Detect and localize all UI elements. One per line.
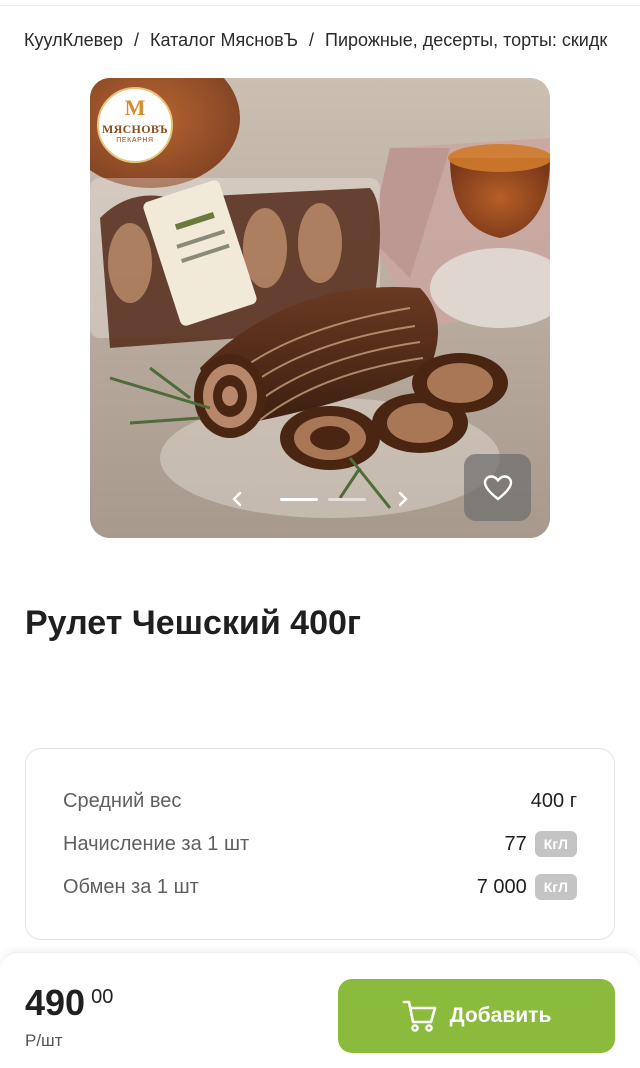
info-value: 7 000 КгЛ (477, 874, 577, 900)
weight-value: 400 г (530, 789, 577, 812)
logo-text: МЯСНОВЪ (102, 122, 168, 136)
gallery-pagination (280, 498, 370, 502)
chevron-right-icon (398, 491, 408, 507)
gallery-next-button[interactable] (390, 486, 416, 512)
info-label: Средний вес (63, 789, 182, 812)
info-row-weight: Средний вес 400 г (63, 785, 577, 817)
brand-logo: М МЯСНОВЪ ПЕКАРНЯ (97, 87, 173, 163)
breadcrumb-item-category[interactable]: Пирожные, десерты, торты: скидк (325, 30, 607, 50)
purchase-bar: 490 00 Р/шт Добавить (0, 952, 640, 1068)
add-to-cart-button[interactable]: Добавить (338, 979, 615, 1053)
price-main: 490 (25, 982, 86, 1023)
info-value: 77 КгЛ (505, 831, 577, 857)
price-unit: Р/шт (25, 1031, 63, 1050)
exchange-value: 7 000 (476, 875, 527, 898)
product-title: Рулет Чешский 400г (25, 604, 362, 642)
info-row-accrual: Начисление за 1 шт 77 КгЛ (63, 828, 577, 860)
breadcrumb-separator: / (134, 30, 140, 50)
gallery-prev-button[interactable] (224, 486, 250, 512)
pagination-dot-active[interactable] (280, 498, 318, 501)
heart-icon (483, 474, 512, 500)
breadcrumb-item-catalog[interactable]: Каталог МясновЪ (150, 30, 298, 50)
cart-icon (402, 1000, 436, 1032)
accrual-value: 77 (504, 832, 527, 855)
add-button-label: Добавить (449, 1004, 552, 1027)
breadcrumb-item-store[interactable]: КуулКлевер (24, 30, 123, 50)
info-label: Обмен за 1 шт (63, 875, 199, 898)
info-label: Начисление за 1 шт (63, 832, 250, 855)
currency-badge: КгЛ (534, 874, 577, 900)
product-image-gallery[interactable]: М МЯСНОВЪ ПЕКАРНЯ (90, 78, 550, 538)
favorite-button[interactable] (464, 454, 531, 521)
breadcrumb-separator: / (308, 30, 314, 50)
info-value: 400 г (531, 790, 577, 813)
top-edge (0, 0, 640, 6)
price: 490 00 (25, 983, 113, 1023)
currency-badge: КгЛ (534, 831, 577, 857)
product-info-card: Средний вес 400 г Начисление за 1 шт 77 … (25, 748, 615, 940)
logo-letter: М (124, 95, 146, 120)
pagination-dot[interactable] (328, 498, 366, 501)
chevron-left-icon (232, 491, 242, 507)
price-cents: 00 (91, 986, 114, 1008)
info-row-exchange: Обмен за 1 шт 7 000 КгЛ (63, 871, 577, 903)
breadcrumb: КуулКлевер / Каталог МясновЪ / Пирожные,… (24, 30, 640, 51)
logo-subtext: ПЕКАРНЯ (116, 137, 154, 144)
